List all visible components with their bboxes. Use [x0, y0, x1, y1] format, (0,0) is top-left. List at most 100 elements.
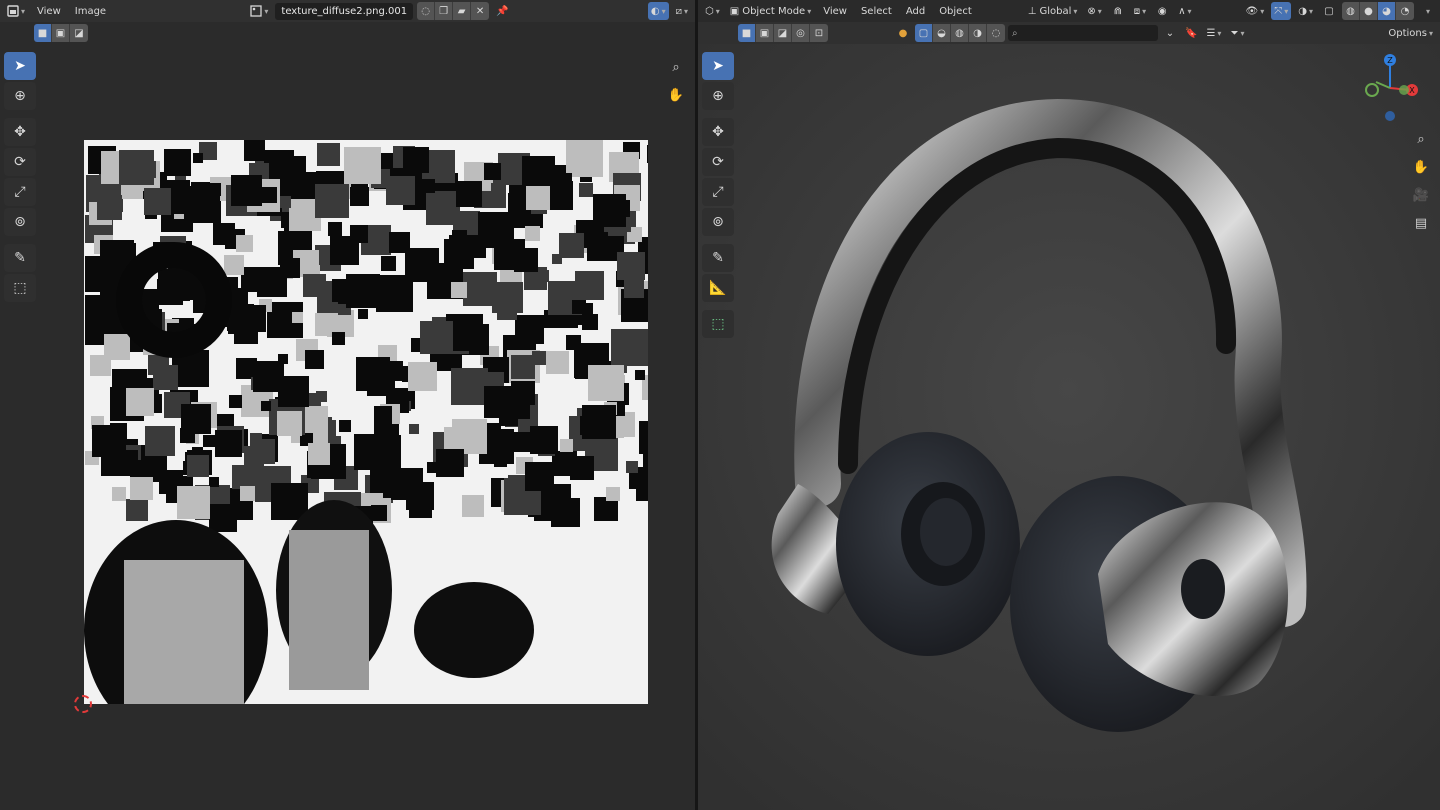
select-extend-button[interactable]: ▣	[52, 24, 70, 42]
tool-annotate[interactable]: ✎	[702, 244, 734, 272]
bookmark-button[interactable]: 🔖	[1182, 24, 1200, 42]
tool-transform[interactable]: ⊚	[702, 208, 734, 236]
filter-light-button[interactable]: ◌	[987, 24, 1005, 42]
tool-measure[interactable]: 📐	[702, 274, 734, 302]
shading-options-dropdown[interactable]	[1418, 2, 1436, 20]
image-toolbar: ➤ ⊕ ✥ ⟳ ⤢ ⊚ ✎ ⬚	[4, 52, 36, 302]
pan-button[interactable]: ✋	[665, 84, 687, 106]
tool-move[interactable]: ✥	[4, 118, 36, 146]
tool-rotate[interactable]: ⟳	[702, 148, 734, 176]
image-editor: View Image texture_diffuse2.png.001 ◌ ❐ …	[0, 0, 695, 810]
tool-add-cube[interactable]: ⬚	[702, 310, 734, 338]
move-icon: ✥	[14, 124, 26, 140]
texture-image-canvas[interactable]	[84, 140, 648, 704]
transform-orientation-dropdown[interactable]: ⊥ Global	[1025, 2, 1081, 20]
proportional-editing-toggle[interactable]: ◉	[1153, 2, 1171, 20]
tool-cursor[interactable]: ⊕	[702, 82, 734, 110]
viewport-scene[interactable]	[698, 44, 1440, 810]
browse-image-button[interactable]	[247, 2, 271, 20]
tool-rotate[interactable]: ⟳	[4, 148, 36, 176]
search-input[interactable]: ⌕	[1008, 25, 1158, 41]
proportional-icon: ◉	[1157, 5, 1167, 17]
pan-button[interactable]: ✋	[1410, 156, 1432, 178]
filter-curve-button[interactable]: ◒	[933, 24, 951, 42]
zoom-button[interactable]: ⌕	[665, 56, 687, 78]
select-new-button[interactable]: ■	[34, 24, 52, 42]
tool-grab[interactable]: ⬚	[4, 274, 36, 302]
object-mode-icon: ▣	[729, 5, 740, 17]
pin-button[interactable]: 📌	[493, 2, 511, 20]
tool-scale[interactable]: ⤢	[702, 178, 734, 206]
select-set-icon: ■	[37, 27, 48, 39]
cursor-icon: ⊕	[712, 88, 724, 104]
menu-select[interactable]: Select	[856, 2, 897, 20]
tool-annotate[interactable]: ✎	[4, 244, 36, 272]
menu-object[interactable]: Object	[934, 2, 977, 20]
falloff-dropdown[interactable]: ∧	[1175, 2, 1194, 20]
select-extend-icon: ▣	[759, 27, 770, 39]
menu-image[interactable]: Image	[70, 2, 111, 20]
zoom-icon: ⌕	[672, 59, 680, 75]
menu-add[interactable]: Add	[901, 2, 930, 20]
image-name-field[interactable]: texture_diffuse2.png.001	[275, 2, 414, 20]
viewport-subheader: ■ ▣ ◪ ◎ ⊡ ● ▢ ◒ ◍ ◑ ◌ ⌕ ⌄ 🔖 ☰ ⏷ Options	[698, 22, 1440, 44]
image-actions: ◌ ❐ ▰ ✕	[417, 2, 490, 20]
navigation-gizmo[interactable]: Z X	[1358, 52, 1422, 122]
filter-surface-button[interactable]: ◍	[951, 24, 969, 42]
color-picker-button[interactable]: ●	[894, 24, 912, 42]
menu-view[interactable]: View	[32, 2, 66, 20]
filter-dropdown[interactable]: ⏷	[1227, 24, 1247, 42]
orientation-icon: ⊥	[1027, 5, 1037, 17]
perspective-toggle[interactable]: ▤	[1410, 212, 1432, 234]
options-dropdown[interactable]: Options	[1385, 24, 1436, 42]
snap-target-dropdown[interactable]: ⧈	[1131, 2, 1149, 20]
filter-mesh-button[interactable]: ▢	[915, 24, 933, 42]
tool-scale[interactable]: ⤢	[4, 178, 36, 206]
menu-view[interactable]: View	[818, 2, 852, 20]
gizmo-toggle[interactable]: ⤧	[1271, 2, 1292, 20]
overlays-toggle[interactable]: ◑	[1295, 2, 1316, 20]
new-image-button[interactable]: ❐	[435, 2, 454, 20]
rotate-icon: ⟳	[712, 154, 724, 170]
tool-select-box[interactable]: ➤	[702, 52, 734, 80]
gizmo-y-axis[interactable]	[1399, 85, 1409, 95]
tool-cursor[interactable]: ⊕	[4, 82, 36, 110]
zoom-button[interactable]: ⌕	[1410, 128, 1432, 150]
editor-type-button[interactable]: ⬡	[702, 2, 723, 20]
xray-toggle[interactable]: ▢	[1320, 2, 1338, 20]
gizmo-neg-z-axis[interactable]	[1385, 111, 1395, 121]
fake-user-button[interactable]: ◌	[417, 2, 436, 20]
wireframe-icon: ◍	[1346, 5, 1355, 17]
uv-cursor-icon[interactable]	[74, 695, 92, 713]
shading-rendered-button[interactable]: ◔	[1396, 2, 1414, 20]
gizmo-toggle-button[interactable]: ⧄	[673, 2, 691, 20]
select-extend-icon: ▣	[55, 27, 66, 39]
rotate-icon: ⟳	[14, 154, 26, 170]
unlink-image-button[interactable]: ✕	[471, 2, 490, 20]
mesh-icon: ▢	[918, 27, 929, 39]
select-subtract-button[interactable]: ◪	[774, 24, 792, 42]
open-image-button[interactable]: ▰	[453, 2, 472, 20]
gizmo-neg-x-axis[interactable]	[1365, 83, 1379, 97]
filter-meta-button[interactable]: ◑	[969, 24, 987, 42]
select-invert-button[interactable]: ◎	[792, 24, 810, 42]
object-mode-dropdown[interactable]: ▣ Object Mode	[727, 2, 814, 20]
camera-view-button[interactable]: 🎥	[1410, 184, 1432, 206]
editor-type-button[interactable]	[4, 2, 28, 20]
select-extend-button[interactable]: ▣	[756, 24, 774, 42]
tool-transform[interactable]: ⊚	[4, 208, 36, 236]
collapse-button[interactable]: ⌄	[1161, 24, 1179, 42]
pivot-point-dropdown[interactable]: ⊗	[1084, 2, 1104, 20]
shading-material-button[interactable]: ◕	[1378, 2, 1396, 20]
select-subtract-button[interactable]: ◪	[70, 24, 88, 42]
visibility-dropdown[interactable]: 👁	[1243, 2, 1268, 20]
view-layout-dropdown[interactable]: ☰	[1203, 24, 1224, 42]
display-channels-button[interactable]: ◐	[647, 2, 669, 20]
select-new-button[interactable]: ■	[738, 24, 756, 42]
tool-move[interactable]: ✥	[702, 118, 734, 146]
snap-toggle[interactable]: ⋒	[1109, 2, 1127, 20]
shading-solid-button[interactable]: ●	[1360, 2, 1378, 20]
shading-wireframe-button[interactable]: ◍	[1342, 2, 1360, 20]
select-intersect-button[interactable]: ⊡	[810, 24, 828, 42]
tool-select-box[interactable]: ➤	[4, 52, 36, 80]
